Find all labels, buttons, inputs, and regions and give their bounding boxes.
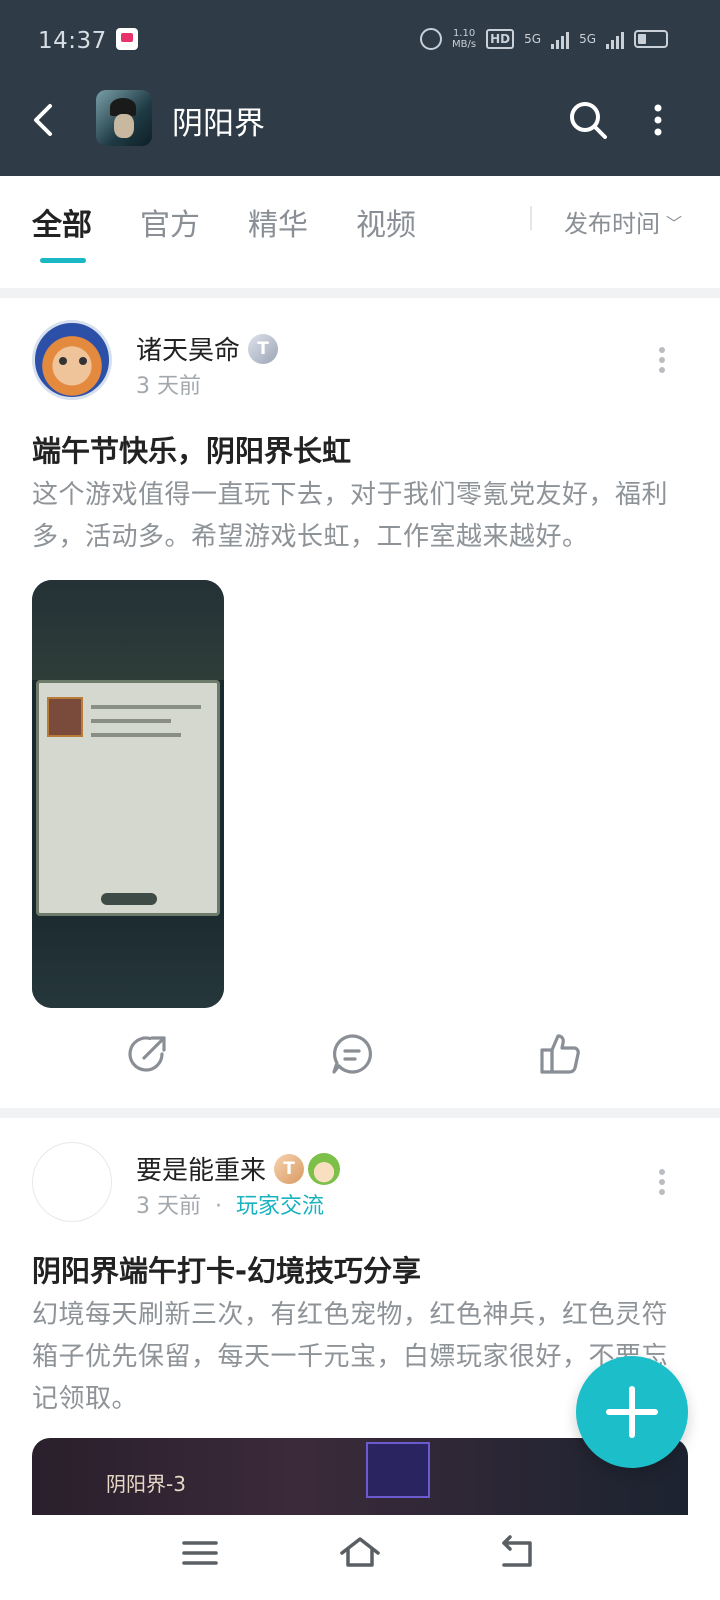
post-image[interactable]: [32, 580, 224, 1008]
avatar-badge-icon: [308, 1152, 341, 1185]
share-icon: [128, 1036, 166, 1072]
chevron-down-icon: ﹀: [666, 214, 683, 233]
header: 14:37 1.10 MB/s HD 5G 5G 阴阳界: [0, 0, 720, 176]
notification-app-icon: [116, 28, 138, 50]
sort-label: 发布时间: [564, 210, 660, 238]
cover-gem: [366, 1442, 430, 1498]
home-icon: [340, 1537, 380, 1567]
avatar[interactable]: [32, 1142, 112, 1222]
post-more-button[interactable]: [652, 1162, 672, 1202]
post-more-button[interactable]: [652, 340, 672, 380]
status-bar: 14:37 1.10 MB/s HD 5G 5G: [0, 18, 720, 66]
network-speed-unit: MB/s: [452, 39, 477, 50]
comment-icon: [332, 1034, 372, 1074]
signal-icon: [551, 29, 570, 49]
tab-divider: [530, 206, 532, 230]
sort-dropdown[interactable]: 发布时间 ﹀: [564, 204, 682, 239]
alarm-icon: [420, 28, 443, 50]
dialog-button: [101, 893, 157, 905]
game-screenshot-top: [32, 580, 224, 680]
post-body[interactable]: 这个游戏值得一直玩下去，对于我们零氪党友好，福利多，活动多。希望游戏长虹，工作室…: [32, 474, 688, 558]
tab-all[interactable]: 全部: [32, 200, 92, 244]
post-author[interactable]: 要是能重来 T: [136, 1150, 341, 1188]
post-category-tag[interactable]: 玩家交流: [236, 1194, 324, 1219]
thumbs-up-icon: [540, 1034, 580, 1074]
more-vertical-icon: [654, 104, 662, 136]
post-time: 3 天前: [136, 1194, 201, 1219]
back-button[interactable]: [26, 98, 66, 142]
post-author[interactable]: 诸天昊命 T: [136, 330, 279, 367]
author-name: 诸天昊命: [136, 336, 241, 366]
system-nav-bar: [0, 1515, 720, 1600]
section-gap: [0, 288, 720, 298]
search-icon: [570, 102, 607, 139]
game-screenshot-bottom: [32, 916, 224, 1008]
game-portrait: [47, 697, 83, 737]
share-button[interactable]: [126, 1032, 170, 1076]
dialog-line: [91, 705, 201, 709]
chevron-left-icon: [34, 104, 52, 136]
more-vertical-icon: [659, 347, 665, 373]
post-meta: 3 天前 · 玩家交流: [136, 1188, 324, 1220]
tab-official[interactable]: 官方: [140, 200, 200, 244]
cover-label: 阴阳界-3: [106, 1472, 186, 1496]
comment-button[interactable]: [330, 1032, 374, 1076]
forum-title: 阴阳界: [172, 106, 265, 142]
status-time: 14:37: [38, 28, 107, 54]
post-actions: [0, 1032, 720, 1092]
more-vertical-icon: [659, 1169, 665, 1195]
tab-bar: 全部 官方 精华 视频 发布时间 ﹀: [0, 176, 720, 288]
level-badge-icon: T: [248, 333, 279, 364]
menu-icon: [182, 1541, 218, 1565]
dialog-line: [91, 733, 181, 737]
nav-menu-button[interactable]: [178, 1533, 222, 1573]
nav-home-button[interactable]: [338, 1533, 382, 1573]
app-bar: 阴阳界: [0, 80, 720, 160]
section-gap: [0, 1108, 720, 1118]
like-button[interactable]: [538, 1032, 582, 1076]
post-title[interactable]: 端午节快乐，阴阳界长虹: [32, 428, 351, 470]
post-time: 3 天前: [136, 374, 201, 399]
more-button[interactable]: [646, 98, 670, 142]
tab-featured[interactable]: 精华: [248, 200, 308, 244]
author-name: 要是能重来: [136, 1156, 267, 1186]
status-icons: 1.10 MB/s HD 5G 5G: [420, 28, 668, 50]
signal-icon-2: [606, 29, 624, 49]
network-speed: 1.10 MB/s: [452, 28, 476, 50]
tab-video[interactable]: 视频: [356, 200, 416, 244]
active-tab-indicator: [40, 258, 86, 263]
battery-icon: [634, 30, 668, 48]
back-icon: [502, 1535, 532, 1567]
dialog-line: [91, 719, 171, 723]
level-badge-icon: T: [274, 1153, 305, 1184]
nav-back-button[interactable]: [496, 1533, 540, 1573]
screen: 14:37 1.10 MB/s HD 5G 5G 阴阳界 全部 官方 精华 视频…: [0, 0, 720, 1600]
hd-icon: HD: [486, 29, 515, 49]
network-type-1: 5G: [524, 32, 542, 46]
forum-avatar: [96, 90, 152, 146]
new-post-button[interactable]: [576, 1356, 688, 1468]
post-card[interactable]: 诸天昊命 T 3 天前 端午节快乐，阴阳界长虹 这个游戏值得一直玩下去，对于我们零…: [0, 298, 720, 1122]
avatar[interactable]: [32, 320, 112, 400]
meta-separator: ·: [215, 1194, 222, 1219]
post-meta: 3 天前: [136, 368, 201, 400]
game-screenshot-dialog: [36, 680, 220, 916]
search-button[interactable]: [566, 98, 610, 142]
post-title[interactable]: 阴阳界端午打卡-幻境技巧分享: [32, 1248, 421, 1290]
network-speed-value: 1.10: [452, 28, 476, 39]
network-type-2: 5G: [579, 32, 596, 46]
